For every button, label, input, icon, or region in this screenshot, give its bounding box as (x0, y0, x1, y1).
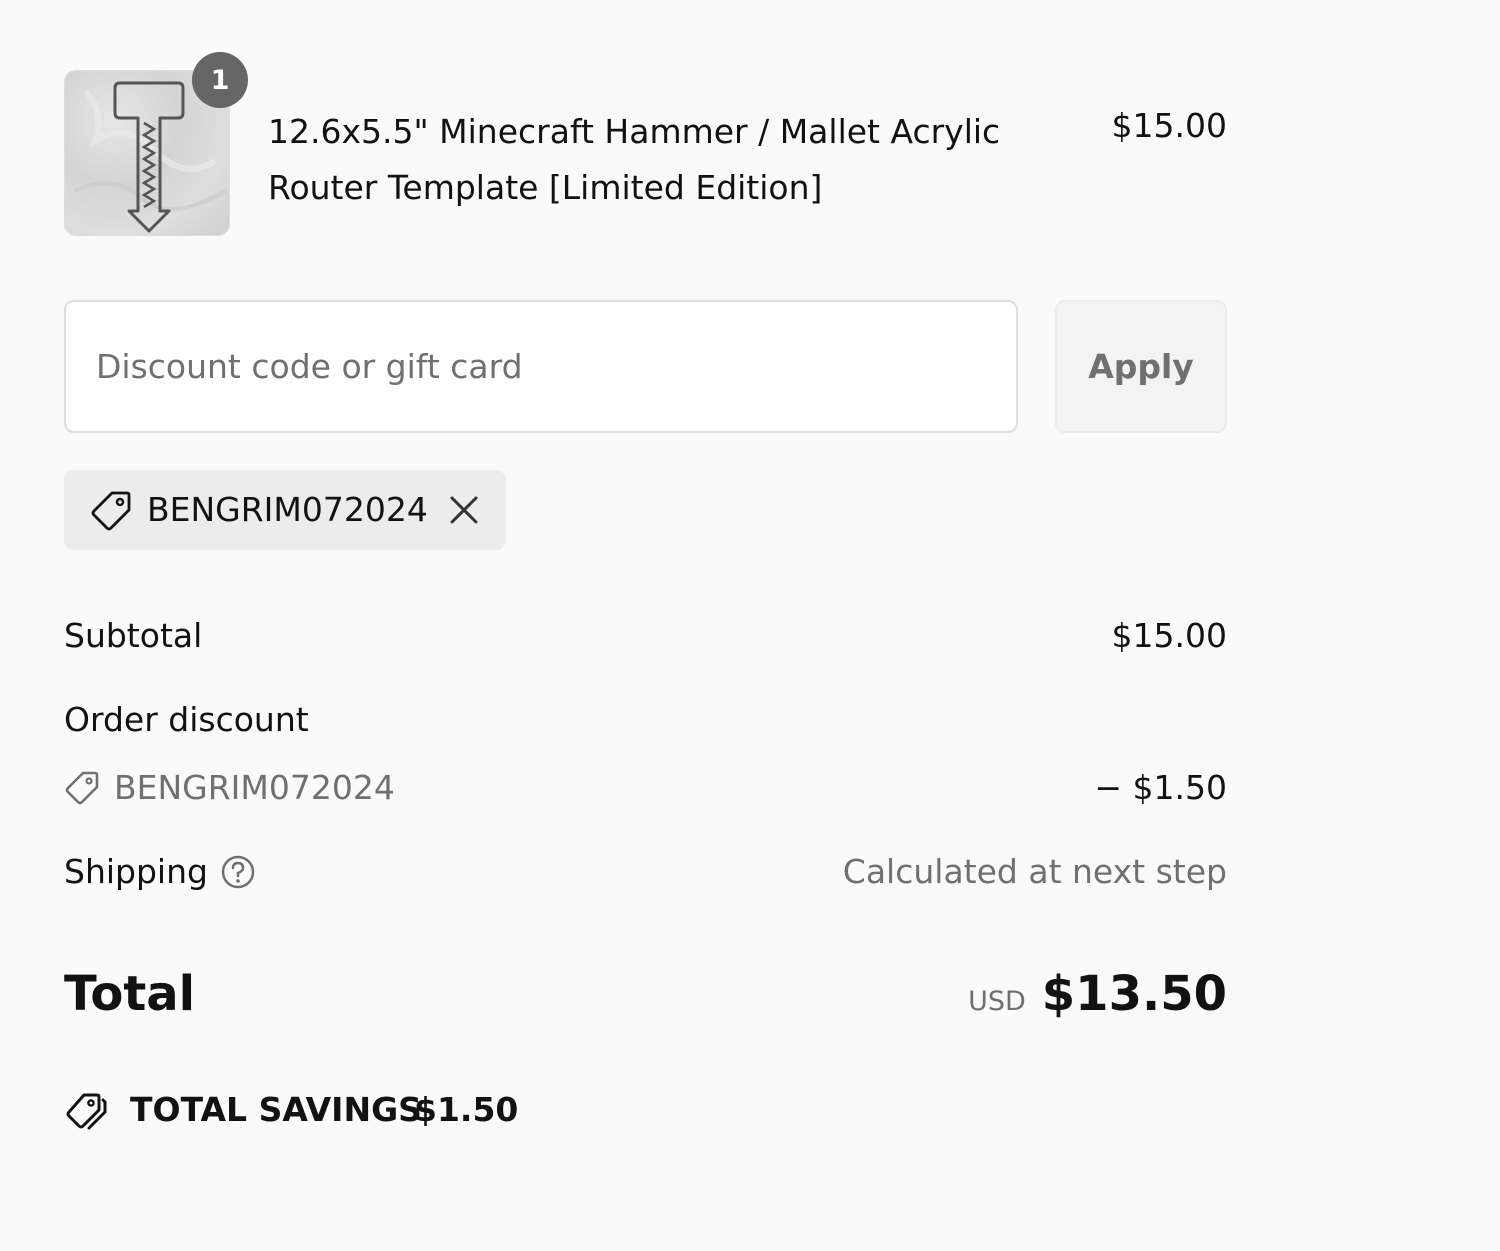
total-value-group: USD $13.50 (968, 962, 1227, 1034)
discount-value: − $1.50 (1094, 768, 1227, 807)
apply-button[interactable]: Apply (1055, 300, 1227, 433)
subtotal-value: $15.00 (1111, 616, 1227, 655)
total-savings-label: TOTAL SAVINGS (130, 1090, 422, 1129)
quantity-badge: 1 (192, 52, 248, 108)
order-discount-row: Order discount (64, 698, 1227, 742)
tag-icon (65, 771, 99, 805)
close-icon[interactable] (444, 490, 484, 530)
order-discount-label: Order discount (64, 700, 309, 739)
product-price: $15.00 (1111, 106, 1227, 145)
subtotal-row: Subtotal $15.00 (64, 614, 1227, 658)
currency-code: USD (968, 986, 1026, 1017)
product-title: 12.6x5.5" Minecraft Hammer / Mallet Acry… (268, 112, 1001, 207)
subtotal-label: Subtotal (64, 616, 203, 655)
shipping-row: Shipping Calculated at next step (64, 850, 1227, 894)
total-amount: $13.50 (1041, 966, 1227, 1022)
shipping-value: Calculated at next step (842, 852, 1227, 891)
applied-discount-chip: BENGRIM072024 (64, 470, 506, 550)
tag-icon (91, 491, 131, 531)
savings-tag-icon (66, 1093, 107, 1130)
total-savings-amount: $1.50 (414, 1090, 519, 1129)
discount-code-row: BENGRIM072024 − $1.50 (64, 766, 1227, 810)
applied-discount-code: BENGRIM072024 (147, 490, 428, 529)
order-summary: 1 12.6x5.5" Minecraft Hammer / Mallet Ac… (64, 0, 1227, 1251)
discount-code-input[interactable] (64, 300, 1018, 433)
total-row: Total USD $13.50 (64, 962, 1227, 1026)
shipping-label: Shipping (64, 852, 208, 891)
total-label: Total (64, 966, 196, 1022)
help-icon[interactable] (220, 854, 256, 890)
line-item: 1 12.6x5.5" Minecraft Hammer / Mallet Ac… (64, 52, 1227, 236)
discount-code-label: BENGRIM072024 (114, 768, 395, 807)
